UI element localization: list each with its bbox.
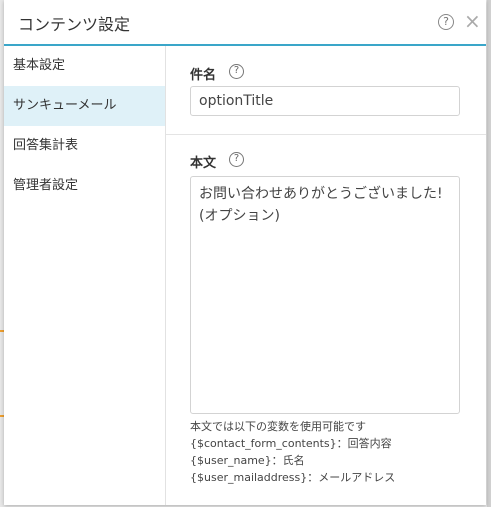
body-help-icon[interactable]: ? <box>229 152 244 167</box>
variables-help-line: {$user_name}：氏名 <box>190 454 305 467</box>
dialog-title: コンテンツ設定 <box>18 15 131 34</box>
background-edge <box>487 0 491 507</box>
subject-help-icon[interactable]: ? <box>229 64 244 79</box>
variables-help-line: {$contact_form_contents}：回答内容 <box>190 437 392 450</box>
help-icon[interactable]: ? <box>438 14 454 30</box>
sidebar-item-admin-settings[interactable]: 管理者設定 <box>4 166 165 206</box>
variables-help-line: {$user_mailaddress}：メールアドレス <box>190 471 396 484</box>
sidebar-item-response-summary[interactable]: 回答集計表 <box>4 126 165 166</box>
variables-help-line: 本文では以下の変数を使用可能です <box>190 420 366 433</box>
sidebar-item-thank-you-mail[interactable]: サンキューメール <box>4 86 165 126</box>
body-textarea[interactable]: お問い合わせありがとうございました! (オプション) <box>190 176 460 414</box>
subject-label: 件名 <box>190 68 217 83</box>
content-settings-dialog: コンテンツ設定 ? × 基本設定 サンキューメール 回答集計表 管理者設定 件名… <box>4 0 486 505</box>
settings-sidebar: 基本設定 サンキューメール 回答集計表 管理者設定 <box>4 46 166 505</box>
body-label: 本文 <box>190 156 217 171</box>
thank-you-mail-panel: 件名 ? optionTitle 本文 ? お問い合わせありがとうございました!… <box>166 46 486 505</box>
section-divider <box>166 134 486 135</box>
subject-input[interactable]: optionTitle <box>190 86 460 116</box>
dialog-header: コンテンツ設定 ? × <box>4 0 486 46</box>
sidebar-item-basic-settings[interactable]: 基本設定 <box>4 46 165 86</box>
close-icon[interactable]: × <box>464 11 481 31</box>
